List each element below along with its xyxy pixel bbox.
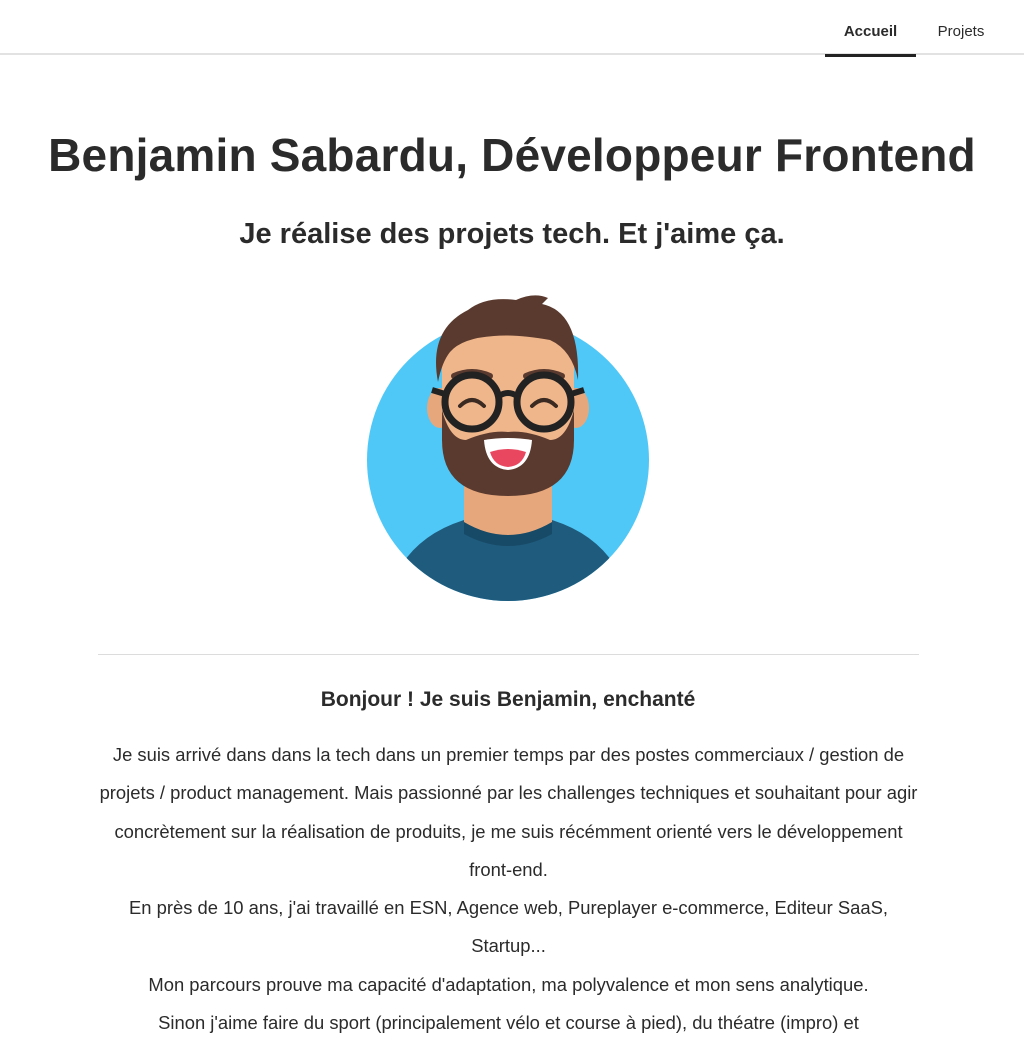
about-paragraph: Je suis arrivé dans dans la tech dans un… bbox=[99, 744, 918, 880]
about-paragraph: Sinon j'aime faire du sport (principalem… bbox=[158, 1012, 859, 1034]
page-subtitle: Je réalise des projets tech. Et j'aime ç… bbox=[239, 218, 785, 250]
tab-accueil[interactable]: Accueil bbox=[825, 0, 916, 57]
top-navigation: Accueil Projets bbox=[0, 0, 1024, 57]
page-title: Benjamin Sabardu, Développeur Frontend bbox=[48, 129, 976, 181]
about-heading: Bonjour ! Je suis Benjamin, enchanté bbox=[320, 688, 696, 711]
tab-projets[interactable]: Projets bbox=[922, 0, 1000, 55]
section-divider bbox=[98, 654, 919, 655]
about-paragraph: Mon parcours prouve ma capacité d'adapta… bbox=[148, 973, 869, 995]
avatar-illustration bbox=[367, 295, 649, 601]
about-paragraph: En près de 10 ans, j'ai travaillé en ESN… bbox=[129, 897, 888, 957]
about-text: Je suis arrivé dans dans la tech dans un… bbox=[98, 736, 919, 1042]
